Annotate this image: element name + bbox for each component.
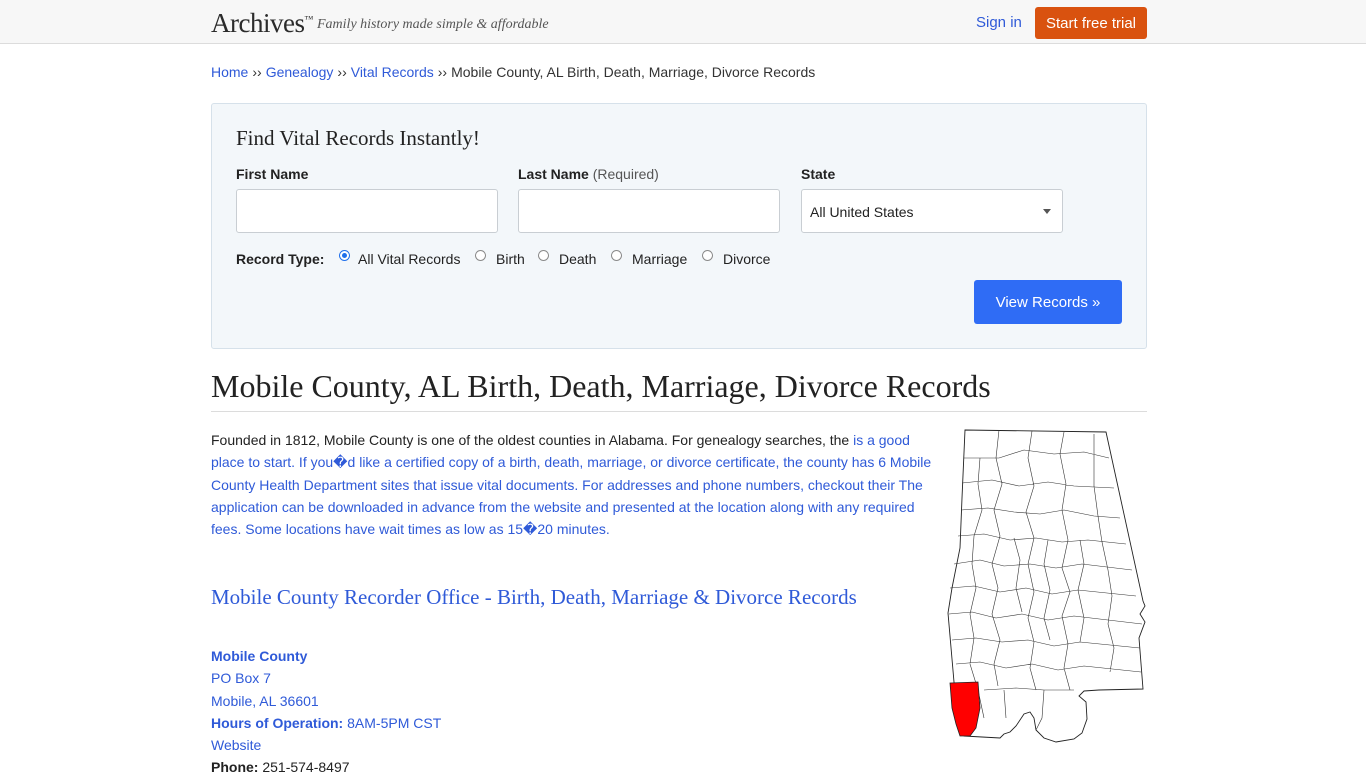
alabama-county-map <box>947 429 1146 743</box>
site-tagline: Family history made simple & affordable <box>317 17 549 32</box>
site-header: Archives™ Family history made simple & a… <box>0 0 1366 44</box>
state-label: State <box>801 166 836 182</box>
radio-label-marriage[interactable]: Marriage <box>632 251 687 267</box>
mobile-county-highlight <box>949 681 981 737</box>
phone-label: Phone: <box>211 759 259 776</box>
breadcrumb: Home ›› Genealogy ›› Vital Records ›› Mobile C… <box>211 64 815 80</box>
breadcrumb-genealogy[interactable]: Genealogy <box>266 64 334 80</box>
hours-label: Hours of Operation: <box>211 714 344 731</box>
radio-label-death[interactable]: Death <box>559 251 596 267</box>
office-hours: Hours of Operation: 8AM-5PM CST <box>211 712 441 734</box>
recorder-office-heading[interactable]: Mobile County Recorder Office - Birth, D… <box>211 585 857 610</box>
hours-value: 8AM-5PM CST <box>347 714 442 731</box>
office-address-line2: Mobile, AL 36601 <box>211 692 319 709</box>
radio-label-all-vital-records[interactable]: All Vital Records <box>358 251 460 267</box>
intro-paragraph: Founded in 1812, Mobile County is one of… <box>211 429 937 540</box>
start-free-trial-button[interactable]: Start free trial <box>1035 7 1147 39</box>
first-name-label: First Name <box>236 166 309 182</box>
chevron-down-icon <box>1043 209 1051 214</box>
search-form-title: Find Vital Records Instantly! <box>236 126 480 150</box>
state-select-value: All United States <box>810 204 914 220</box>
state-select[interactable]: All United States <box>801 189 1063 233</box>
archives-logo[interactable]: Archives™ <box>211 8 313 39</box>
office-details: Mobile County PO Box 7 Mobile, AL 36601 … <box>211 645 441 779</box>
radio-marriage[interactable] <box>611 250 622 261</box>
breadcrumb-home[interactable]: Home <box>211 64 248 80</box>
office-website-link[interactable]: Website <box>211 734 441 756</box>
breadcrumb-separator: ›› <box>252 64 262 80</box>
required-note: (Required) <box>592 166 659 182</box>
radio-death[interactable] <box>538 250 549 261</box>
title-divider <box>211 411 1147 412</box>
intro-text: Founded in 1812, Mobile County is one of… <box>211 432 854 448</box>
phone-value: 251-574-8497 <box>262 759 350 776</box>
record-type-label: Record Type: <box>236 251 325 267</box>
breadcrumb-current: Mobile County, AL Birth, Death, Marriage… <box>451 64 816 80</box>
office-name[interactable]: Mobile County <box>211 645 441 667</box>
breadcrumb-vital-records[interactable]: Vital Records <box>351 64 434 80</box>
vital-records-search-form: Find Vital Records Instantly! First Name… <box>211 103 1147 349</box>
sign-in-link[interactable]: Sign in <box>976 14 1022 31</box>
breadcrumb-separator: ›› <box>437 64 448 80</box>
last-name-label: Last Name (Required) <box>518 166 659 182</box>
radio-all-vital-records[interactable] <box>339 250 350 261</box>
view-records-button[interactable]: View Records » <box>974 280 1122 324</box>
radio-label-birth[interactable]: Birth <box>496 251 525 267</box>
radio-label-divorce[interactable]: Divorce <box>723 251 770 267</box>
office-address-line1: PO Box 7 <box>211 670 271 687</box>
first-name-input[interactable] <box>236 189 498 233</box>
breadcrumb-separator: ›› <box>337 64 347 80</box>
last-name-input[interactable] <box>518 189 780 233</box>
radio-birth[interactable] <box>475 250 486 261</box>
page-title: Mobile County, AL Birth, Death, Marriage… <box>211 368 991 404</box>
radio-divorce[interactable] <box>702 250 713 261</box>
